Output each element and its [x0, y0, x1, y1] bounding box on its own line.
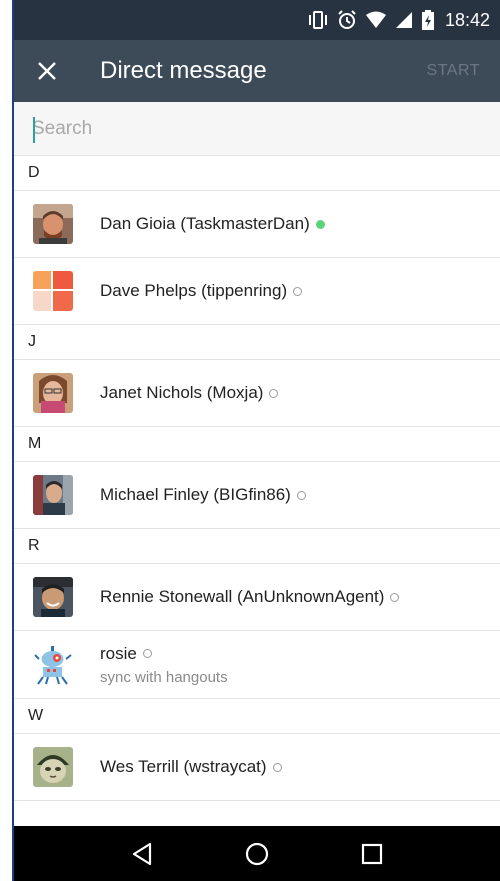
wifi-icon — [365, 0, 387, 40]
presence-away-icon — [293, 286, 303, 296]
back-icon — [132, 842, 151, 865]
robot-icon — [33, 644, 73, 685]
contact-subtitle: sync with hangouts — [100, 668, 228, 686]
list-item[interactable]: Rennie Stonewall (AnUnknownAgent) — [14, 564, 500, 631]
avatar — [33, 644, 73, 685]
section-header: W — [14, 699, 500, 734]
avatar — [33, 271, 73, 311]
close-button[interactable] — [16, 40, 78, 102]
avatar — [33, 747, 73, 787]
system-nav-bar — [14, 826, 500, 881]
presence-active-icon — [315, 219, 325, 229]
contact-name: Wes Terrill (wstraycat) — [100, 757, 267, 776]
list-item[interactable]: Janet Nichols (Moxja) — [14, 360, 500, 427]
section-header: R — [14, 529, 500, 564]
avatar — [33, 577, 73, 617]
contact-name: Rennie Stonewall (AnUnknownAgent) — [100, 587, 385, 606]
avatar — [33, 373, 73, 413]
avatar — [33, 475, 73, 515]
battery-charging-icon — [421, 0, 435, 40]
text-cursor — [33, 117, 35, 143]
page-title: Direct message — [100, 57, 267, 84]
close-icon — [38, 62, 56, 80]
list-item[interactable]: rosie sync with hangouts — [14, 631, 500, 699]
search-bar — [14, 102, 500, 156]
section-header: M — [14, 427, 500, 462]
app-bar: Direct message START — [14, 40, 500, 102]
contact-name: Janet Nichols (Moxja) — [100, 383, 264, 402]
start-button[interactable]: START — [427, 62, 480, 80]
contact-name: rosie — [100, 643, 137, 663]
search-input[interactable] — [32, 108, 472, 149]
status-time: 18:42 — [444, 9, 490, 30]
contact-name: Dan Gioia (TaskmasterDan) — [100, 214, 310, 233]
presence-away-icon — [272, 762, 282, 772]
section-header: D — [14, 156, 500, 191]
contact-name: Michael Finley (BIGfin86) — [100, 485, 291, 504]
home-icon — [245, 842, 269, 865]
contact-name: Dave Phelps (tippenring) — [100, 281, 288, 300]
contact-list: D Dan Gioia (TaskmasterDan) Dave Phelps … — [14, 156, 500, 801]
back-button[interactable] — [122, 834, 162, 874]
avatar — [33, 204, 73, 244]
home-button[interactable] — [237, 834, 277, 874]
presence-away-icon — [142, 649, 152, 658]
alarm-icon — [337, 0, 357, 40]
recents-icon — [362, 843, 383, 864]
recents-button[interactable] — [352, 834, 392, 874]
signal-icon — [395, 0, 413, 40]
status-bar: 18:42 — [14, 0, 500, 40]
vibrate-icon — [307, 0, 329, 40]
app-window: 18:42 Direct message START D — [14, 0, 500, 881]
presence-away-icon — [390, 592, 400, 602]
presence-away-icon — [296, 490, 306, 500]
list-item[interactable]: Michael Finley (BIGfin86) — [14, 462, 500, 529]
list-item[interactable]: Wes Terrill (wstraycat) — [14, 734, 500, 801]
list-item[interactable]: Dan Gioia (TaskmasterDan) — [14, 191, 500, 258]
list-item[interactable]: Dave Phelps (tippenring) — [14, 258, 500, 325]
presence-away-icon — [269, 388, 279, 398]
section-header: J — [14, 325, 500, 360]
